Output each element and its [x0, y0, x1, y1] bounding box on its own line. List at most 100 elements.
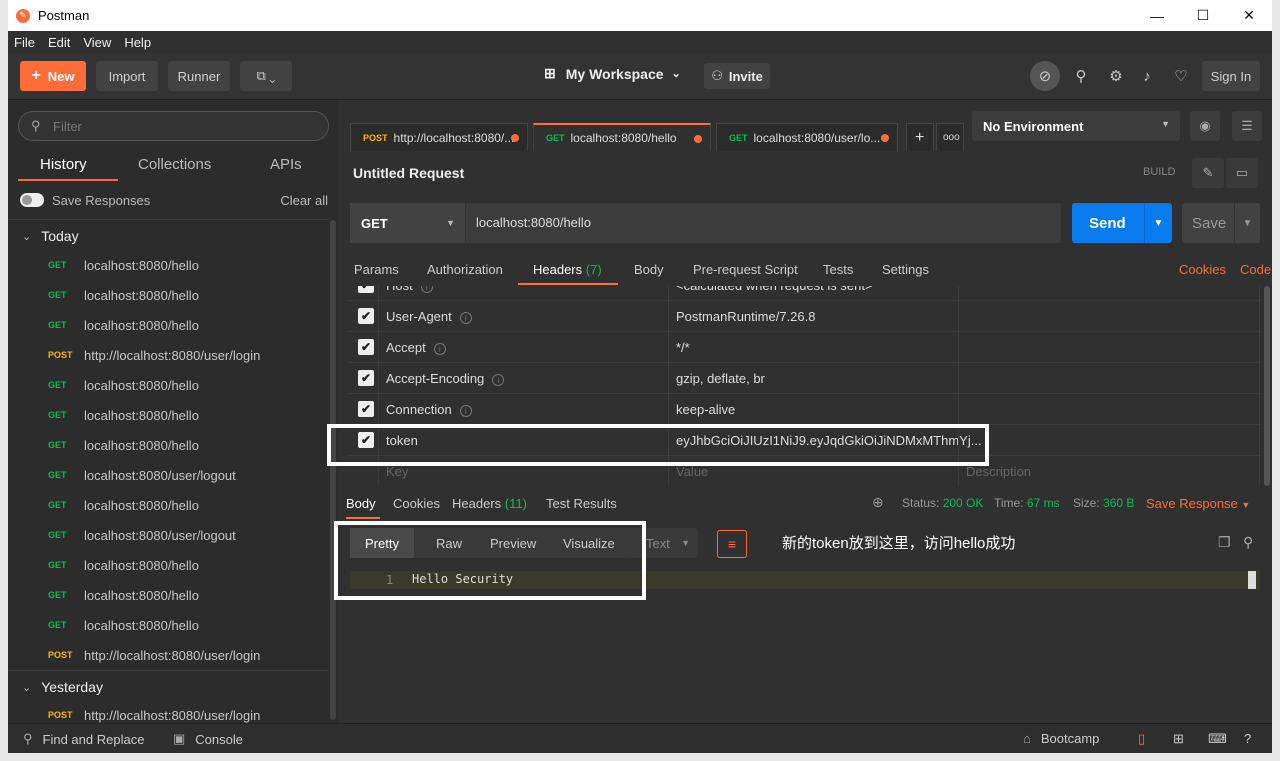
- info-icon[interactable]: i: [433, 342, 446, 355]
- list-item[interactable]: GET localhost:8080/hello: [8, 310, 328, 340]
- header-value[interactable]: <calculated when request is sent>: [676, 286, 873, 293]
- header-value[interactable]: */*: [676, 340, 690, 355]
- request-tab-active[interactable]: GET localhost:8080/hello: [533, 123, 711, 151]
- header-key[interactable]: Hosti: [386, 286, 433, 293]
- comment-icon[interactable]: ▭: [1226, 158, 1258, 188]
- copy-icon[interactable]: ❐: [1218, 534, 1231, 551]
- tab-authorization[interactable]: Authorization: [427, 262, 503, 277]
- sliders-icon[interactable]: ☰: [1232, 111, 1262, 141]
- filter-input[interactable]: ⚲ Filter: [18, 111, 329, 141]
- import-button[interactable]: Import: [96, 61, 158, 91]
- header-value[interactable]: PostmanRuntime/7.26.8: [676, 309, 815, 324]
- list-item[interactable]: GET localhost:8080/hello: [8, 490, 328, 520]
- add-tab-button[interactable]: +: [906, 123, 934, 151]
- list-item[interactable]: GET localhost:8080/hello: [8, 430, 328, 460]
- tab-test-results[interactable]: Test Results: [546, 496, 617, 511]
- pencil-icon[interactable]: ✎: [1192, 158, 1224, 188]
- heart-icon[interactable]: ♡: [1170, 65, 1192, 87]
- bell-icon[interactable]: ♪: [1136, 65, 1158, 87]
- save-button[interactable]: Save ▼: [1182, 203, 1260, 243]
- close-button[interactable]: ✕: [1226, 0, 1272, 31]
- help-icon[interactable]: ?: [1244, 731, 1251, 746]
- header-key[interactable]: User-Agent i: [386, 309, 472, 324]
- list-item[interactable]: GET localhost:8080/hello: [8, 400, 328, 430]
- table-row[interactable]: ✔ Connection i keep-alive: [348, 394, 1260, 425]
- invite-button[interactable]: ⚇ Invite: [704, 63, 770, 89]
- gear-icon[interactable]: ⚙: [1105, 65, 1127, 87]
- two-pane-icon[interactable]: ▯: [1138, 731, 1145, 747]
- bootcamp-button[interactable]: ⌂ Bootcamp: [1023, 731, 1099, 746]
- info-icon[interactable]: i: [459, 311, 472, 324]
- info-icon[interactable]: i: [492, 373, 505, 386]
- request-tab[interactable]: GET localhost:8080/user/lo...: [716, 123, 898, 151]
- group-today[interactable]: ⌄ Today: [22, 228, 79, 244]
- list-item[interactable]: GET localhost:8080/user/logout: [8, 520, 328, 550]
- header-key[interactable]: Connection i: [386, 402, 472, 417]
- search-icon[interactable]: ⚲: [1243, 534, 1253, 551]
- checkbox-checked-icon[interactable]: ✔: [358, 308, 374, 324]
- request-name[interactable]: Untitled Request: [353, 165, 464, 181]
- menu-view[interactable]: View: [83, 35, 111, 50]
- header-value[interactable]: keep-alive: [676, 402, 735, 417]
- eye-icon[interactable]: ◉: [1190, 111, 1220, 141]
- list-item[interactable]: GET localhost:8080/hello: [8, 280, 328, 310]
- tab-headers[interactable]: Headers (7): [533, 262, 602, 277]
- list-item[interactable]: GET localhost:8080/hello: [8, 610, 328, 640]
- tab-settings[interactable]: Settings: [882, 262, 929, 277]
- menu-help[interactable]: Help: [124, 35, 151, 50]
- key-placeholder[interactable]: Key: [386, 464, 408, 479]
- list-item[interactable]: POST http://localhost:8080/user/login: [8, 340, 328, 370]
- tab-body[interactable]: Body: [634, 262, 664, 277]
- main-scrollbar[interactable]: [1264, 286, 1270, 486]
- list-item[interactable]: POST http://localhost:8080/user/login: [8, 640, 328, 670]
- sidebar-scrollbar[interactable]: [330, 220, 336, 720]
- code-link[interactable]: Code: [1240, 262, 1271, 277]
- save-responses-toggle[interactable]: [20, 193, 44, 207]
- menu-file[interactable]: File: [14, 35, 35, 50]
- method-select[interactable]: GET ▼: [350, 203, 466, 243]
- tab-response-cookies[interactable]: Cookies: [393, 496, 440, 511]
- header-key[interactable]: Accept i: [386, 340, 446, 355]
- new-window-button[interactable]: ⧉ ⌄: [240, 61, 292, 91]
- satellite-icon[interactable]: ⚲: [1070, 65, 1092, 87]
- header-value[interactable]: gzip, deflate, br: [676, 371, 765, 386]
- save-response-button[interactable]: Save Response ▼: [1146, 496, 1250, 511]
- wrap-lines-icon[interactable]: ≡: [717, 530, 747, 558]
- header-key[interactable]: Accept-Encoding i: [386, 371, 505, 386]
- list-item[interactable]: GET localhost:8080/hello: [8, 250, 328, 280]
- globe-icon[interactable]: ⊕: [872, 494, 884, 511]
- info-icon[interactable]: i: [459, 404, 472, 417]
- checkbox-checked-icon[interactable]: ✔: [358, 370, 374, 386]
- caret-down-icon[interactable]: ▼: [1234, 203, 1260, 243]
- list-item[interactable]: GET localhost:8080/hello: [8, 550, 328, 580]
- group-yesterday[interactable]: ⌄ Yesterday: [22, 679, 103, 695]
- table-row[interactable]: ✔ User-Agent i PostmanRuntime/7.26.8: [348, 301, 1260, 332]
- find-replace-button[interactable]: ⚲ Find and Replace: [23, 731, 144, 747]
- checkbox-checked-icon[interactable]: ✔: [358, 286, 374, 293]
- keyboard-icon[interactable]: ⌨: [1208, 731, 1227, 747]
- tab-response-body[interactable]: Body: [346, 496, 376, 511]
- menu-edit[interactable]: Edit: [48, 35, 70, 50]
- request-tab[interactable]: POST http://localhost:8080/...: [350, 123, 528, 151]
- more-tabs-button[interactable]: ooo: [936, 123, 964, 151]
- info-icon[interactable]: i: [420, 286, 433, 293]
- tab-params[interactable]: Params: [354, 262, 399, 277]
- tab-tests[interactable]: Tests: [823, 262, 853, 277]
- tab-collections[interactable]: Collections: [138, 156, 211, 173]
- table-row[interactable]: ✔ Accept i */*: [348, 332, 1260, 363]
- list-item[interactable]: GET localhost:8080/hello: [8, 370, 328, 400]
- sign-in-button[interactable]: Sign In: [1202, 61, 1260, 91]
- new-button[interactable]: + New: [20, 61, 86, 91]
- runner-button[interactable]: Runner: [168, 61, 230, 91]
- three-pane-icon[interactable]: ⊞: [1173, 731, 1184, 747]
- description-placeholder[interactable]: Description: [966, 464, 1031, 479]
- clear-all-link[interactable]: Clear all: [280, 193, 328, 208]
- table-row[interactable]: ✔ Hosti <calculated when request is sent>: [348, 286, 1260, 301]
- workspace-selector[interactable]: ⊞ My Workspace ⌄: [544, 65, 681, 82]
- maximize-button[interactable]: ☐: [1180, 0, 1226, 31]
- tab-response-headers[interactable]: Headers (11): [452, 496, 527, 511]
- tab-pre-request-script[interactable]: Pre-request Script: [693, 262, 798, 277]
- tab-apis[interactable]: APIs: [270, 156, 302, 173]
- checkbox-checked-icon[interactable]: ✔: [358, 339, 374, 355]
- sync-off-icon[interactable]: ⊘: [1030, 61, 1060, 91]
